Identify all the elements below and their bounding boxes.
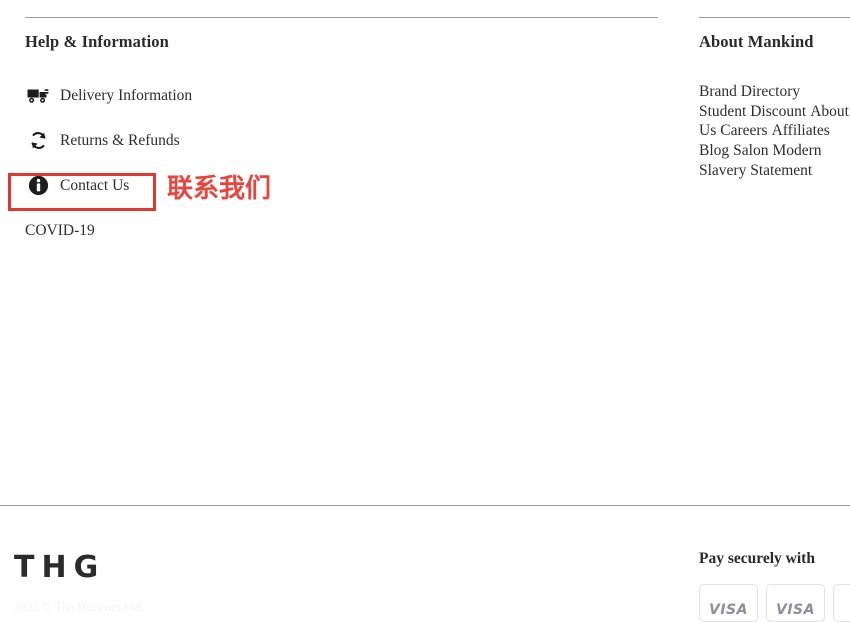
about-link-brand-directory[interactable]: Brand Directory (699, 83, 800, 100)
copyright-notice: 2025 © The Hut.com Ltd. (14, 600, 145, 614)
about-link-salon[interactable]: Salon (733, 142, 768, 159)
thg-logo: THG (14, 550, 106, 585)
card-brand-label: VISA (776, 601, 815, 618)
help-link-label: Delivery Information (60, 86, 193, 104)
annotation-label: 联系我们 (167, 174, 272, 204)
refresh-arrows-icon (25, 130, 51, 152)
payment-card-visa-1: VISA (699, 583, 758, 622)
help-link-label: Contact Us (60, 176, 130, 194)
help-link-contact-us[interactable]: Contact Us (25, 172, 525, 200)
about-mankind-column: About Mankind Brand Directory Student Di… (699, 32, 850, 181)
about-link-careers[interactable]: Careers (720, 122, 767, 139)
delivery-truck-icon (25, 85, 51, 107)
help-link-delivery-information[interactable]: Delivery Information (25, 82, 525, 110)
payment-card-list: VISA VISA D (699, 583, 850, 622)
about-column-divider (699, 17, 850, 18)
about-link-student-discount[interactable]: Student Discount (699, 103, 806, 120)
about-link-blog[interactable]: Blog (699, 142, 729, 159)
info-circle-icon (25, 175, 51, 197)
card-brand-label: VISA (709, 601, 748, 618)
footer-divider (0, 505, 850, 506)
help-link-returns-refunds[interactable]: Returns & Refunds (25, 127, 525, 155)
help-information-heading: Help & Information (25, 32, 169, 51)
payment-methods-block: Pay securely with VISA VISA D (699, 550, 850, 622)
help-information-column: Help & Information Delivery Information (25, 32, 525, 262)
payment-card-visa-2: VISA (766, 583, 825, 622)
payment-card-third: D (833, 583, 850, 622)
about-link-affiliates[interactable]: Affiliates (772, 122, 830, 139)
pay-securely-heading: Pay securely with (699, 550, 815, 567)
help-link-covid-19[interactable]: COVID-19 (25, 217, 525, 245)
help-link-label: Returns & Refunds (60, 131, 180, 149)
help-link-label: COVID-19 (25, 221, 95, 239)
about-mankind-heading: About Mankind (699, 32, 814, 51)
help-column-divider (25, 17, 658, 18)
